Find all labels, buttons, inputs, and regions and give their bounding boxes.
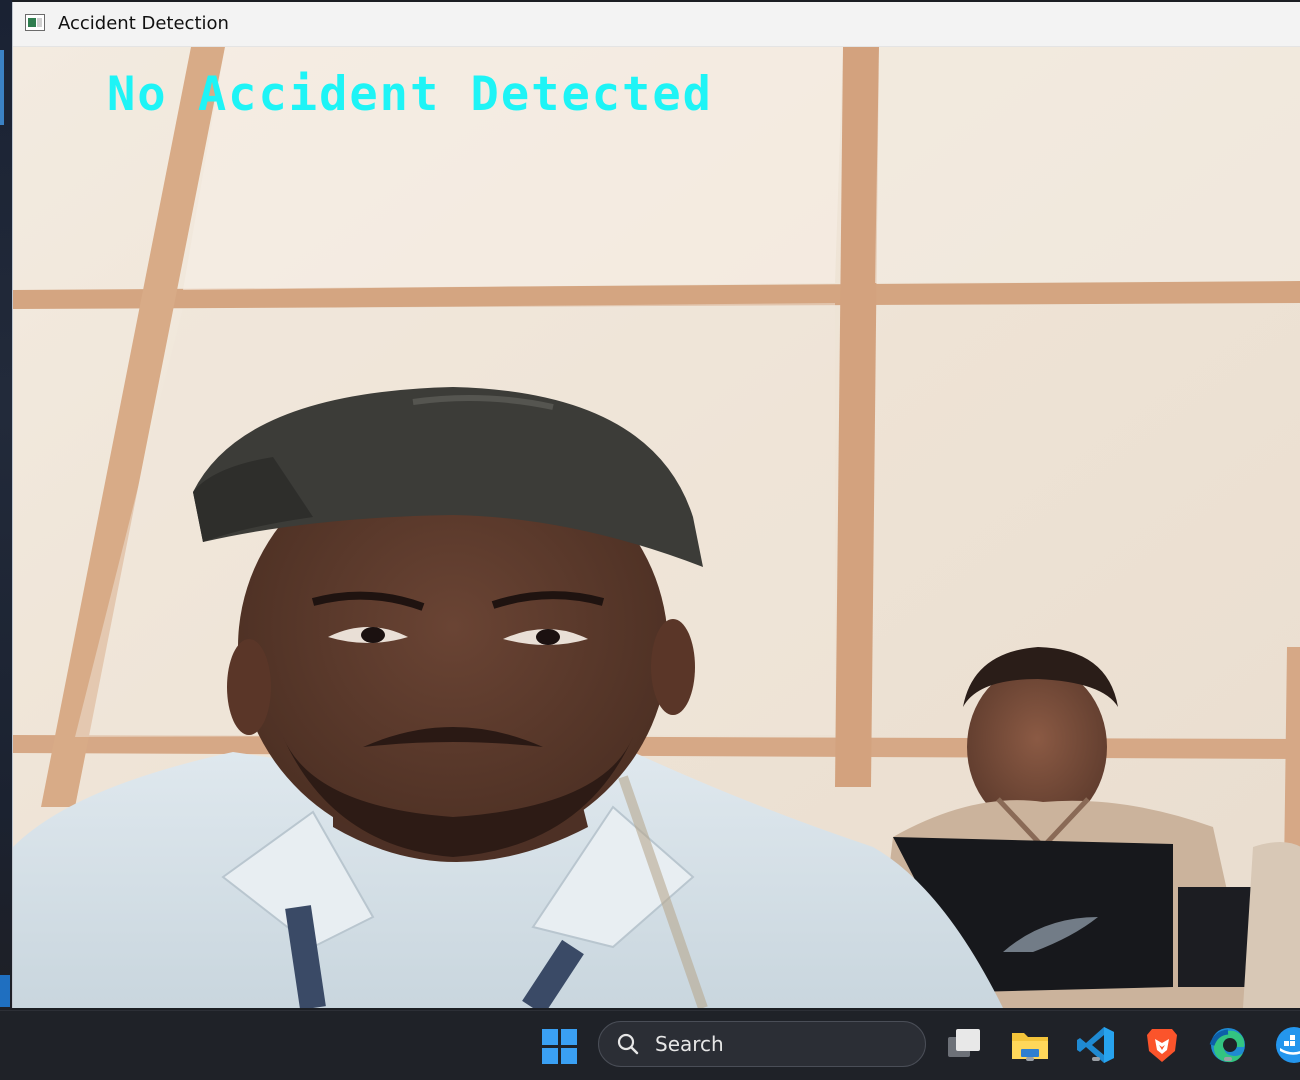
- search-label: Search: [655, 1032, 724, 1056]
- desktop-background: [0, 0, 12, 1010]
- desktop-accent: [0, 50, 4, 125]
- app-window-icon: [25, 14, 45, 31]
- docker-icon: [1276, 1027, 1300, 1063]
- running-indicator: [1224, 1057, 1232, 1061]
- task-view-button[interactable]: [942, 1023, 986, 1067]
- search-icon: [617, 1033, 639, 1055]
- brave-lion-icon: [1147, 1029, 1177, 1062]
- desktop-accent: [0, 975, 10, 1007]
- file-explorer-button[interactable]: [1008, 1023, 1052, 1067]
- running-indicator: [1092, 1057, 1100, 1061]
- running-indicator: [1026, 1057, 1034, 1061]
- accident-detection-window[interactable]: Accident Detection No Accident Detected: [12, 2, 1300, 1008]
- edge-button[interactable]: [1206, 1023, 1250, 1067]
- camera-frame: No Accident Detected: [13, 47, 1300, 1008]
- vscode-button[interactable]: [1074, 1023, 1118, 1067]
- windows-start-icon: [542, 1029, 578, 1065]
- start-button[interactable]: [538, 1023, 582, 1067]
- camera-image: [13, 47, 1300, 1008]
- brave-button[interactable]: [1140, 1023, 1184, 1067]
- taskbar: Search: [0, 1010, 1300, 1080]
- window-title: Accident Detection: [58, 13, 229, 34]
- docker-button[interactable]: [1272, 1023, 1300, 1067]
- window-titlebar[interactable]: Accident Detection: [13, 2, 1300, 47]
- task-view-icon: [948, 1029, 980, 1057]
- taskbar-search-box[interactable]: Search: [598, 1021, 926, 1067]
- accident-status-overlay: No Accident Detected: [107, 67, 713, 122]
